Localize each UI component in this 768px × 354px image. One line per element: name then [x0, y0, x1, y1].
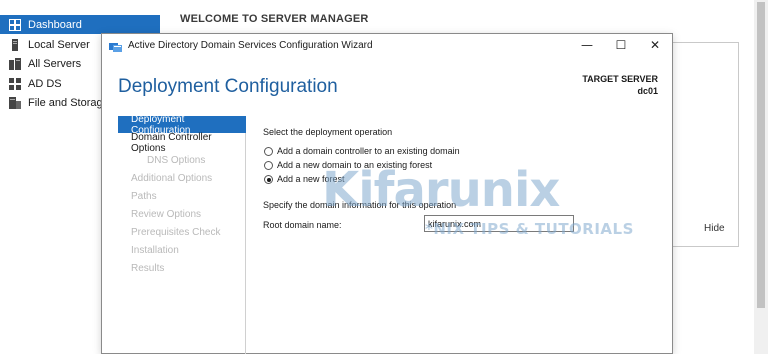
welcome-panel	[671, 42, 739, 247]
wizard-app-icon	[109, 40, 122, 52]
welcome-title: WELCOME TO SERVER MANAGER	[180, 13, 369, 25]
radio-add-new-forest[interactable]	[264, 175, 273, 184]
wizard-title: Active Directory Domain Services Configu…	[128, 39, 373, 51]
page-title: Deployment Configuration	[118, 76, 338, 97]
servers-icon	[9, 57, 21, 70]
radio-label[interactable]: Add a new domain to an existing forest	[277, 160, 432, 170]
close-button[interactable]: ✕	[638, 34, 672, 56]
minimize-button[interactable]: —	[570, 34, 604, 56]
target-server-label: TARGET SERVER	[582, 74, 658, 84]
target-server-value: dc01	[637, 86, 658, 96]
nav-item-installation: Installation	[131, 245, 179, 256]
sidebar-item-label: File and Storage	[28, 96, 109, 109]
sidebar-item-label: Local Server	[28, 38, 90, 51]
radio-label[interactable]: Add a new forest	[277, 174, 345, 184]
sidebar-item-label: Dashboard	[28, 18, 82, 31]
vertical-scrollbar[interactable]	[754, 0, 768, 354]
ad-ds-icon	[9, 77, 21, 90]
sidebar-item-dashboard[interactable]: Dashboard	[0, 15, 160, 34]
desktop: Dashboard Local Server All Servers AD DS…	[0, 0, 768, 354]
wizard-titlebar[interactable]: Active Directory Domain Services Configu…	[102, 34, 672, 56]
nav-item-prerequisites-check: Prerequisites Check	[131, 227, 221, 238]
nav-item-additional-options: Additional Options	[131, 173, 213, 184]
nav-item-deployment-configuration[interactable]: Deployment Configuration	[118, 114, 246, 136]
operation-prompt: Select the deployment operation	[263, 127, 393, 137]
root-domain-label: Root domain name:	[263, 220, 342, 230]
maximize-button[interactable]: ☐	[604, 34, 638, 56]
sidebar-item-label: All Servers	[28, 57, 82, 70]
radio-add-domain-existing-forest[interactable]	[264, 161, 273, 170]
wizard-nav: Deployment Configuration Domain Controll…	[118, 114, 246, 354]
server-icon	[9, 38, 21, 51]
nav-item-results: Results	[131, 263, 165, 274]
domain-info-prompt: Specify the domain information for this …	[263, 200, 457, 210]
ad-ds-configuration-wizard: Active Directory Domain Services Configu…	[101, 33, 673, 354]
radio-add-dc-existing-domain[interactable]	[264, 147, 273, 156]
hide-link[interactable]: Hide	[704, 223, 725, 234]
nav-item-domain-controller-options[interactable]: Domain Controller Options	[118, 132, 246, 154]
nav-item-dns-options: DNS Options	[147, 155, 206, 166]
dashboard-icon	[9, 18, 21, 31]
nav-item-review-options: Review Options	[131, 209, 202, 220]
sidebar-item-label: AD DS	[28, 77, 62, 90]
file-storage-icon	[9, 96, 21, 109]
nav-item-paths: Paths	[131, 191, 157, 202]
scrollbar-thumb[interactable]	[757, 2, 765, 308]
radio-label[interactable]: Add a domain controller to an existing d…	[277, 146, 460, 156]
root-domain-input[interactable]	[424, 215, 574, 232]
